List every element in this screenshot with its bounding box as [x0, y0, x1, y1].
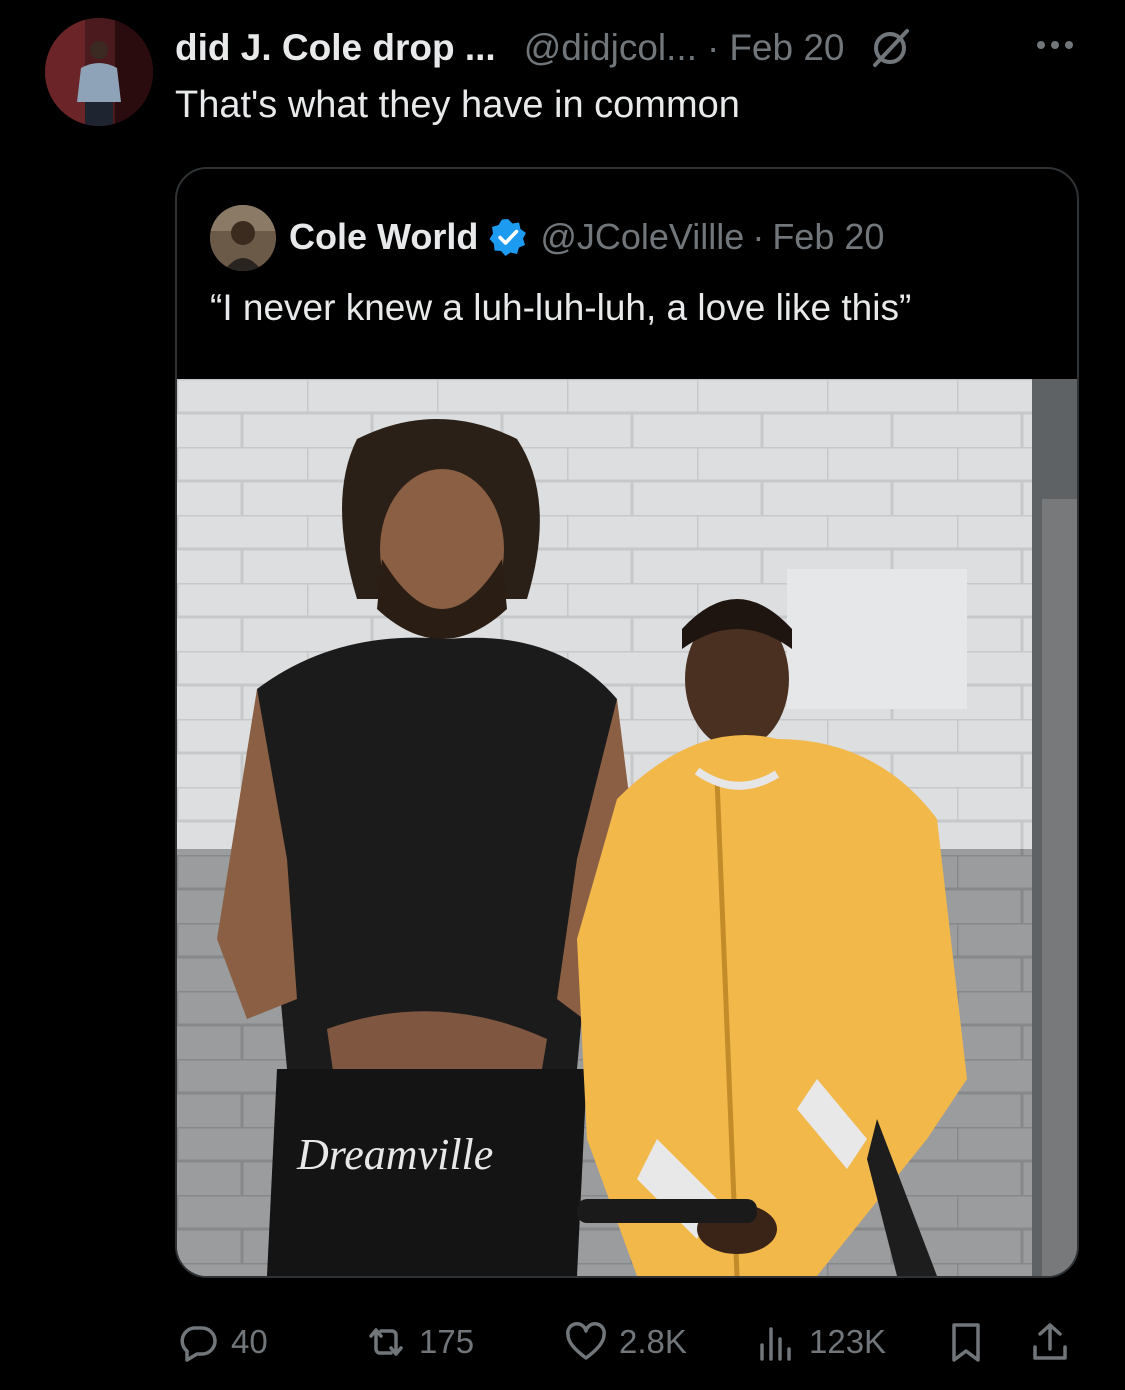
quoted-display-name[interactable]: Cole World — [289, 216, 478, 258]
author-avatar[interactable] — [45, 18, 153, 126]
views-chart-icon — [760, 1327, 791, 1361]
action-bar: 40 175 2.8K 123K — [175, 1312, 1079, 1372]
heart-icon — [566, 1322, 606, 1360]
author-handle[interactable]: @didjcol... — [524, 27, 697, 69]
reply-button[interactable]: 40 — [175, 1312, 268, 1372]
quoted-header: Cole World @JColeVillle · Feb 20 — [289, 213, 884, 261]
author-display-name[interactable]: did J. Cole drop ... — [175, 27, 496, 69]
quoted-photo[interactable]: Dreamville — [177, 379, 1077, 1276]
tweet-header: did J. Cole drop ... @didjcol... · Feb 2… — [175, 22, 913, 74]
like-button[interactable]: 2.8K — [563, 1312, 687, 1372]
tweet-date[interactable]: Feb 20 — [729, 27, 844, 69]
reply-icon — [180, 1326, 217, 1362]
bookmark-button[interactable] — [943, 1312, 999, 1372]
separator-dot: · — [706, 27, 720, 68]
quoted-author-avatar[interactable] — [210, 205, 276, 271]
repost-button[interactable]: 175 — [363, 1312, 474, 1372]
reply-count: 40 — [231, 1323, 268, 1360]
bookmark-icon — [952, 1323, 980, 1362]
repost-icon — [369, 1328, 403, 1356]
share-button[interactable] — [1027, 1312, 1083, 1372]
quoted-tweet-card[interactable]: Cole World @JColeVillle · Feb 20 “I neve… — [175, 167, 1079, 1278]
share-icon — [1033, 1323, 1067, 1360]
quoted-handle[interactable]: @JColeVillle — [540, 216, 744, 258]
views-count: 123K — [809, 1323, 887, 1360]
verified-badge-icon[interactable] — [488, 217, 528, 257]
like-count: 2.8K — [619, 1323, 687, 1360]
views-button[interactable]: 123K — [753, 1312, 886, 1372]
repost-count: 175 — [419, 1323, 475, 1360]
dreamville-logo: Dreamville — [296, 1130, 493, 1179]
tweet-text: That's what they have in common — [175, 84, 740, 126]
quoted-separator-dot: · — [752, 216, 765, 257]
quoted-date[interactable]: Feb 20 — [772, 216, 884, 258]
grok-icon[interactable] — [867, 25, 913, 71]
more-horizontal-icon[interactable] — [1032, 30, 1078, 60]
quoted-text: “I never knew a luh-luh-luh, a love like… — [210, 287, 912, 328]
